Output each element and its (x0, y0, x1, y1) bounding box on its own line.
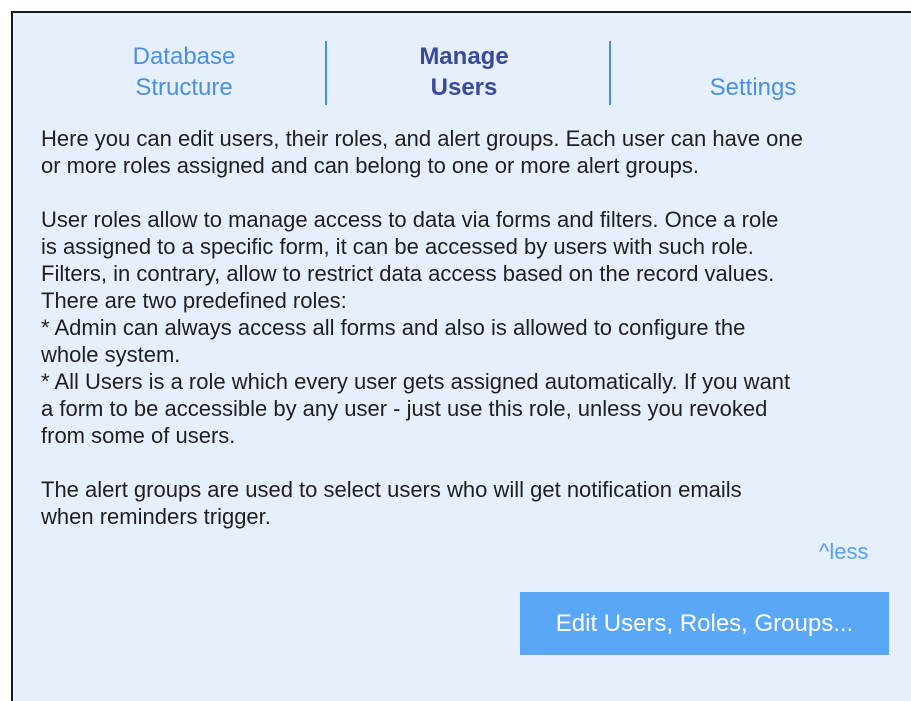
less-link[interactable]: ^less (819, 539, 868, 565)
tab-separator (609, 41, 611, 105)
tab-manage-users-line2: Users (430, 74, 498, 101)
description-paragraph-intro: Here you can edit users, their roles, an… (41, 126, 803, 178)
tab-separator (325, 41, 327, 105)
tab-database-structure-line1: Database (132, 43, 236, 70)
edit-users-roles-groups-button[interactable]: Edit Users, Roles, Groups... (520, 592, 889, 655)
description-text: Here you can edit users, their roles, an… (41, 125, 901, 557)
tab-database-structure-line2: Structure (135, 74, 233, 101)
tab-settings-label: Settings (709, 74, 797, 101)
description-paragraph-roles: User roles allow to manage access to dat… (41, 207, 791, 448)
tab-database-structure[interactable]: Database Structure (99, 41, 269, 105)
tab-manage-users-line1: Manage (419, 43, 509, 70)
tab-manage-users[interactable]: Manage Users (379, 41, 549, 105)
tab-bar: Database Structure Manage Users Settings (13, 41, 911, 105)
description-paragraph-alerts: The alert groups are used to select user… (41, 477, 742, 529)
manage-users-panel: Database Structure Manage Users Settings… (11, 11, 911, 701)
